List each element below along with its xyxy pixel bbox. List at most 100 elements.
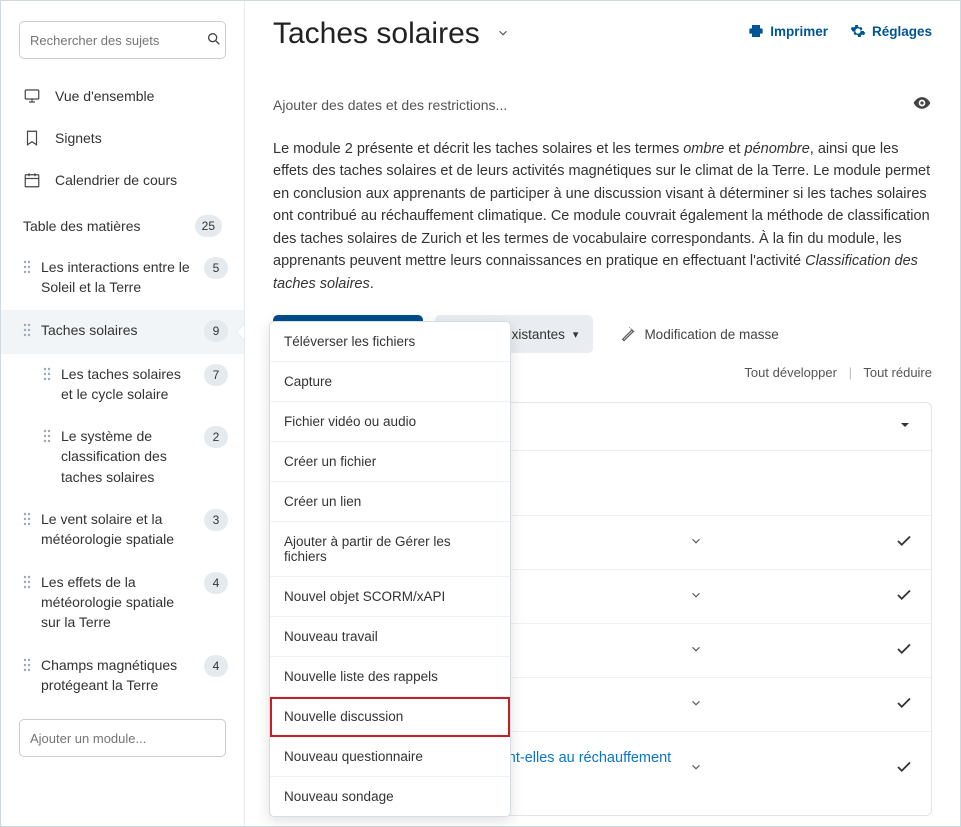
collapse-all[interactable]: Tout réduire	[863, 365, 932, 380]
gear-icon	[850, 23, 866, 39]
chevron-down-icon	[689, 588, 703, 602]
search-input[interactable]	[30, 33, 206, 48]
drag-handle-icon[interactable]	[23, 323, 31, 337]
toc-item[interactable]: Le vent solaire et la météorologie spati…	[1, 499, 244, 562]
add-module-input[interactable]	[19, 719, 226, 757]
upload-create-menu: Téléverser les fichiersCaptureFichier vi…	[269, 321, 511, 817]
menu-item[interactable]: Fichier vidéo ou audio	[270, 402, 510, 442]
toc-item-badge: 4	[204, 572, 228, 594]
page-title: Taches solaires	[273, 17, 480, 51]
check-icon	[895, 758, 913, 776]
collapse-caret[interactable]	[897, 417, 913, 436]
toc-item-label: Champs magnétiques protégeant la Terre	[41, 655, 194, 696]
print-icon	[748, 23, 764, 39]
menu-item[interactable]: Créer un lien	[270, 482, 510, 522]
toc-item-badge: 2	[204, 426, 228, 448]
nav-calendar-label: Calendrier de cours	[55, 172, 177, 188]
completion-check	[895, 758, 913, 779]
completion-check	[895, 586, 913, 607]
toc-item-badge: 7	[204, 364, 228, 386]
topic-dropdown[interactable]	[689, 696, 703, 713]
toc-item[interactable]: Les interactions entre le Soleil et la T…	[1, 247, 244, 310]
toc-item-badge: 3	[204, 509, 228, 531]
nav-bookmarks[interactable]: Signets	[1, 117, 244, 159]
drag-handle-icon[interactable]	[23, 260, 31, 274]
bulk-label: Modification de masse	[644, 327, 778, 342]
menu-item[interactable]: Capture	[270, 362, 510, 402]
drag-handle-icon[interactable]	[23, 658, 31, 672]
search-box[interactable]	[19, 21, 226, 59]
print-button[interactable]: Imprimer	[748, 23, 828, 39]
nav-overview[interactable]: Vue d'ensemble	[1, 75, 244, 117]
menu-item[interactable]: Ajouter à partir de Gérer les fichiers	[270, 522, 510, 577]
menu-item[interactable]: Nouvel objet SCORM/xAPI	[270, 577, 510, 617]
wand-icon	[620, 326, 636, 342]
add-module[interactable]	[19, 719, 226, 757]
toc-total-badge: 25	[195, 215, 222, 237]
triangle-down-icon	[897, 417, 913, 433]
chevron-down-icon	[689, 760, 703, 774]
completion-check	[895, 640, 913, 661]
presentation-icon	[23, 87, 41, 105]
completion-check	[895, 532, 913, 553]
chevron-down-icon	[689, 696, 703, 710]
visibility-toggle[interactable]	[912, 93, 932, 116]
drag-handle-icon[interactable]	[43, 367, 51, 381]
restrictions-link[interactable]: Ajouter des dates et des restrictions...	[273, 97, 507, 113]
print-label: Imprimer	[770, 24, 828, 39]
calendar-icon	[23, 171, 41, 189]
toc-item-label: Le vent solaire et la météorologie spati…	[41, 509, 194, 550]
check-icon	[895, 694, 913, 712]
toc-header[interactable]: Table des matières 25	[1, 201, 244, 247]
toc-item[interactable]: Taches solaires 9	[1, 310, 244, 354]
toc-item[interactable]: Le système de classification des taches …	[1, 416, 244, 499]
check-icon	[895, 640, 913, 658]
search-icon[interactable]	[206, 31, 222, 50]
menu-item[interactable]: Nouveau questionnaire	[270, 737, 510, 777]
chevron-down-icon	[689, 534, 703, 548]
toc-list: Les interactions entre le Soleil et la T…	[1, 247, 244, 707]
drag-handle-icon[interactable]	[43, 429, 51, 443]
menu-item[interactable]: Nouveau sondage	[270, 777, 510, 816]
title-dropdown[interactable]	[496, 26, 510, 43]
toc-item-badge: 5	[204, 257, 228, 279]
sidebar: Vue d'ensemble Signets Calendrier de cou…	[1, 1, 245, 826]
toc-title: Table des matières	[23, 218, 141, 234]
drag-handle-icon[interactable]	[23, 512, 31, 526]
toc-item[interactable]: Champs magnétiques protégeant la Terre 4	[1, 645, 244, 708]
menu-item[interactable]: Créer un fichier	[270, 442, 510, 482]
toc-item-label: Le système de classification des taches …	[61, 426, 194, 487]
nav-overview-label: Vue d'ensemble	[55, 88, 154, 104]
drag-handle-icon[interactable]	[23, 575, 31, 589]
menu-item[interactable]: Nouvelle liste des rappels	[270, 657, 510, 697]
nav-bookmarks-label: Signets	[55, 130, 102, 146]
toc-item-badge: 4	[204, 655, 228, 677]
settings-label: Réglages	[872, 24, 932, 39]
toc-item-label: Les taches solaires et le cycle solaire	[61, 364, 194, 405]
module-description: Le module 2 présente et décrit les tache…	[273, 138, 932, 295]
chevron-down-icon: ▾	[573, 328, 579, 341]
bulk-edit-button[interactable]: Modification de masse	[605, 315, 793, 353]
separator: |	[849, 365, 852, 380]
topic-dropdown[interactable]	[689, 534, 703, 551]
topic-dropdown[interactable]	[689, 588, 703, 605]
toc-item[interactable]: Les effets de la météorologie spatiale s…	[1, 562, 244, 645]
menu-item[interactable]: Nouveau travail	[270, 617, 510, 657]
chevron-down-icon	[496, 26, 510, 40]
toc-item-label: Les interactions entre le Soleil et la T…	[41, 257, 194, 298]
nav-calendar[interactable]: Calendrier de cours	[1, 159, 244, 201]
toc-item-badge: 9	[204, 320, 228, 342]
settings-button[interactable]: Réglages	[850, 23, 932, 39]
topic-dropdown[interactable]	[689, 760, 703, 777]
menu-item[interactable]: Téléverser les fichiers	[270, 322, 510, 362]
toc-item-label: Taches solaires	[41, 320, 194, 340]
toc-item[interactable]: Les taches solaires et le cycle solaire 7	[1, 354, 244, 417]
topic-dropdown[interactable]	[689, 642, 703, 659]
bookmark-icon	[23, 129, 41, 147]
menu-item[interactable]: Nouvelle discussion	[270, 697, 510, 737]
check-icon	[895, 586, 913, 604]
toc-item-label: Les effets de la météorologie spatiale s…	[41, 572, 194, 633]
expand-all[interactable]: Tout développer	[744, 365, 837, 380]
chevron-down-icon	[689, 642, 703, 656]
check-icon	[895, 532, 913, 550]
